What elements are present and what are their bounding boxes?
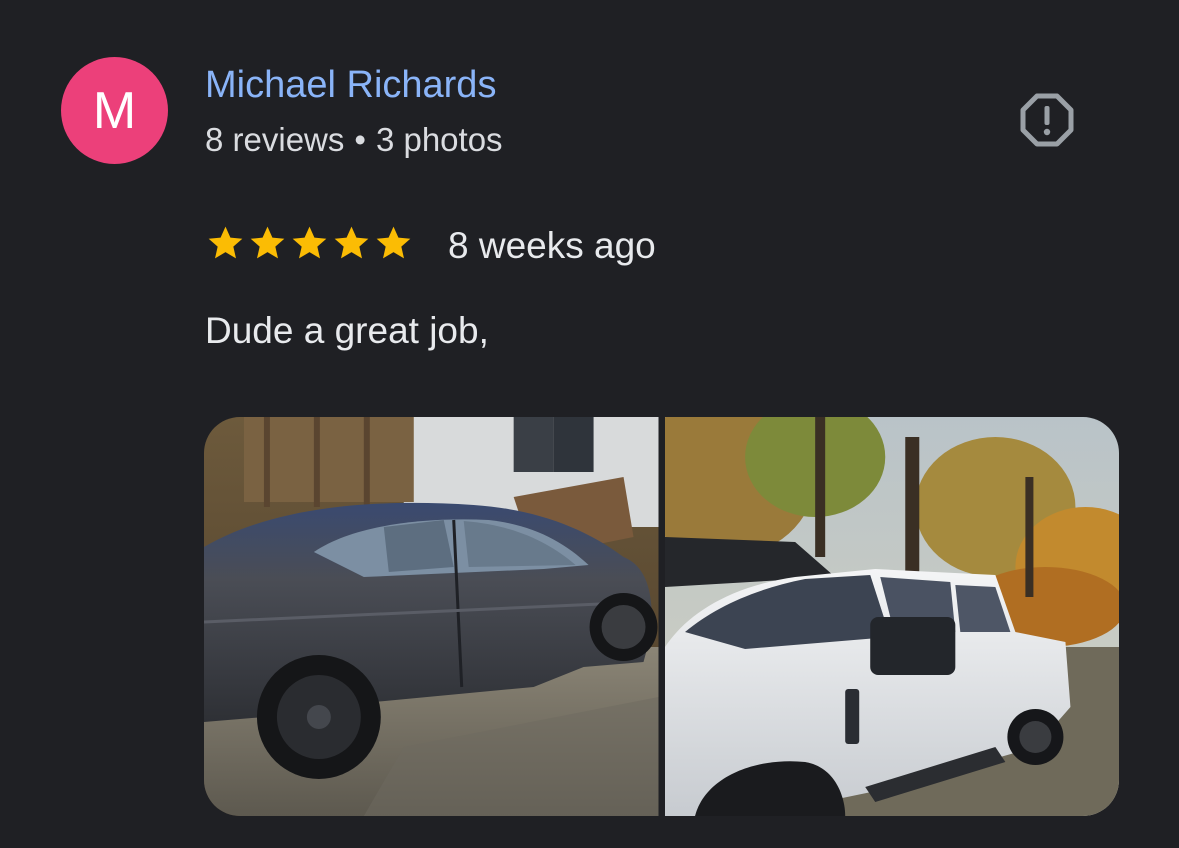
photo-count: 3 photos (375, 121, 503, 158)
reviewer-stats: 8 reviews • 3 photos (205, 117, 503, 163)
meta-separator: • (354, 121, 366, 158)
report-octagon-icon (1020, 93, 1074, 147)
star-icon (250, 226, 285, 259)
report-button[interactable] (1017, 90, 1077, 150)
reviewer-name-link[interactable]: Michael Richards (205, 60, 496, 110)
review-card: M Michael Richards 8 reviews • 3 photos 8 … (0, 0, 1179, 848)
review-photo-sedan[interactable] (204, 417, 659, 816)
avatar[interactable]: M (61, 57, 168, 164)
review-date: 8 weeks ago (448, 225, 656, 266)
star-icon (334, 226, 369, 259)
star-rating (205, 222, 415, 264)
star-icon (208, 226, 243, 259)
review-text: Dude a great job, (205, 310, 489, 351)
review-photo-truck[interactable] (664, 417, 1119, 816)
sedan-photo-image (204, 417, 659, 816)
truck-photo-image (664, 417, 1119, 816)
star-icon (376, 226, 411, 259)
review-count: 8 reviews (205, 121, 345, 158)
star-icon (292, 226, 327, 259)
avatar-initial: M (92, 81, 137, 140)
photo-strip (204, 417, 1119, 816)
